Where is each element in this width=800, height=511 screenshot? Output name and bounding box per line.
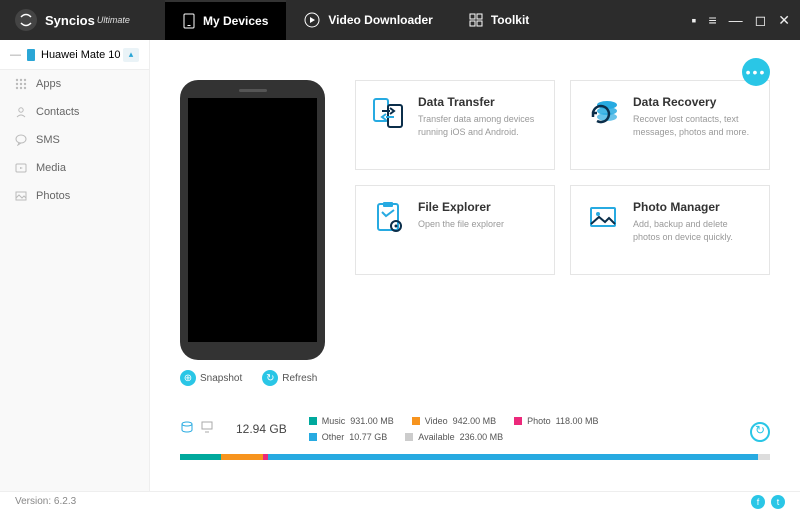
storage-total: 12.94 GB	[232, 416, 291, 442]
camera-icon: ⊕	[180, 370, 196, 386]
refresh-button[interactable]: ↻ Refresh	[262, 370, 317, 386]
tab-video-downloader[interactable]: Video Downloader	[286, 0, 450, 40]
data-recovery-icon	[585, 95, 621, 131]
card-title: Data Recovery	[633, 95, 755, 109]
seg-music	[180, 454, 221, 460]
legend-other: Other10.77 GB	[309, 432, 388, 442]
swatch	[309, 433, 317, 441]
minimize-icon[interactable]: —	[729, 12, 743, 28]
sidebar-label: SMS	[36, 134, 60, 146]
seg-video	[221, 454, 262, 460]
swatch	[405, 433, 413, 441]
legend-video: Video942.00 MB	[412, 416, 496, 426]
main-tabs: My Devices Video Downloader Toolkit	[165, 0, 547, 40]
device-selector[interactable]: — Huawei Mate 10 ▴	[0, 40, 149, 70]
storage-summary: 12.94 GB Music931.00 MB Video942.00 MB P…	[180, 416, 770, 448]
storage-legend: Music931.00 MB Video942.00 MB Photo118.0…	[309, 416, 599, 448]
sms-icon	[14, 133, 28, 147]
data-transfer-icon	[370, 95, 406, 131]
title-bar: Syncios Ultimate My Devices Video Downlo…	[0, 0, 800, 40]
card-desc: Transfer data among devices running iOS …	[418, 113, 540, 138]
snapshot-label: Snapshot	[200, 373, 242, 384]
menu-icon[interactable]: ≡	[708, 12, 716, 28]
monitor-icon	[200, 420, 214, 434]
app-edition: Ultimate	[97, 15, 130, 25]
card-title: Photo Manager	[633, 200, 755, 214]
card-desc: Add, backup and delete photos on device …	[633, 218, 755, 243]
card-title: Data Transfer	[418, 95, 540, 109]
storage-refresh-button[interactable]	[750, 422, 770, 442]
tab-toolkit[interactable]: Toolkit	[451, 0, 547, 40]
card-title: File Explorer	[418, 200, 504, 214]
swatch	[309, 417, 317, 425]
phone-icon	[183, 13, 195, 29]
legend-available: Available236.00 MB	[405, 432, 503, 442]
phone-speaker	[239, 89, 267, 92]
card-desc: Open the file explorer	[418, 218, 504, 231]
version-value: 6.2.3	[54, 496, 76, 507]
tab-label: Toolkit	[491, 13, 529, 27]
snapshot-button[interactable]: ⊕ Snapshot	[180, 370, 242, 386]
card-data-recovery[interactable]: Data Recovery Recover lost contacts, tex…	[570, 80, 770, 170]
sidebar-item-apps[interactable]: Apps	[0, 70, 149, 98]
app-name: Syncios	[45, 13, 95, 28]
contacts-icon	[14, 105, 28, 119]
card-desc: Recover lost contacts, text messages, ph…	[633, 113, 755, 138]
more-options-button[interactable]: •••	[742, 58, 770, 86]
legend-photo: Photo118.00 MB	[514, 416, 598, 426]
tab-label: My Devices	[203, 14, 268, 28]
facebook-icon[interactable]: f	[751, 495, 765, 509]
legend-music: Music931.00 MB	[309, 416, 394, 426]
play-circle-icon	[304, 12, 320, 28]
phone-column: ⊕ Snapshot ↻ Refresh	[180, 80, 325, 386]
seg-available	[758, 454, 770, 460]
media-icon	[14, 161, 28, 175]
device-preview	[180, 80, 325, 360]
collapse-icon: —	[10, 49, 21, 61]
file-explorer-icon	[370, 200, 406, 236]
app-logo: Syncios Ultimate	[0, 9, 165, 31]
disk-icon	[180, 420, 194, 434]
sidebar-label: Photos	[36, 190, 70, 202]
sidebar-item-media[interactable]: Media	[0, 154, 149, 182]
chevron-up-icon[interactable]: ▴	[123, 48, 139, 62]
device-screen	[188, 98, 317, 342]
seg-other	[268, 454, 758, 460]
device-name: Huawei Mate 10	[41, 49, 121, 61]
device-icon	[27, 49, 35, 61]
sidebar: — Huawei Mate 10 ▴ Apps Contacts SMS Med…	[0, 40, 150, 491]
sidebar-item-sms[interactable]: SMS	[0, 126, 149, 154]
tab-label: Video Downloader	[328, 13, 432, 27]
storage-bar	[180, 454, 770, 460]
card-file-explorer[interactable]: File Explorer Open the file explorer	[355, 185, 555, 275]
swatch	[514, 417, 522, 425]
tab-my-devices[interactable]: My Devices	[165, 0, 286, 40]
version-label: Version:	[15, 496, 51, 507]
refresh-label: Refresh	[282, 373, 317, 384]
sidebar-item-photos[interactable]: Photos	[0, 182, 149, 210]
refresh-icon: ↻	[262, 370, 278, 386]
apps-icon	[14, 77, 28, 91]
photo-manager-icon	[585, 200, 621, 236]
sidebar-label: Media	[36, 162, 66, 174]
feature-cards: Data Transfer Transfer data among device…	[355, 80, 770, 386]
sidebar-label: Contacts	[36, 106, 79, 118]
grid-icon	[469, 13, 483, 27]
card-photo-manager[interactable]: Photo Manager Add, backup and delete pho…	[570, 185, 770, 275]
social-links: f t	[751, 495, 785, 509]
feedback-icon[interactable]: ▪	[692, 12, 697, 28]
storage-view-toggle[interactable]	[180, 416, 214, 434]
footer: Version: 6.2.3 f t	[0, 491, 800, 511]
sidebar-label: Apps	[36, 78, 61, 90]
main-panel: ••• ⊕ Snapshot ↻ Refresh	[150, 40, 800, 491]
syncios-logo-icon	[15, 9, 37, 31]
maximize-icon[interactable]: ◻	[755, 12, 767, 29]
twitter-icon[interactable]: t	[771, 495, 785, 509]
swatch	[412, 417, 420, 425]
sidebar-item-contacts[interactable]: Contacts	[0, 98, 149, 126]
close-icon[interactable]: ✕	[778, 12, 790, 29]
photos-icon	[14, 189, 28, 203]
card-data-transfer[interactable]: Data Transfer Transfer data among device…	[355, 80, 555, 170]
window-controls: ▪ ≡ — ◻ ✕	[692, 12, 800, 29]
